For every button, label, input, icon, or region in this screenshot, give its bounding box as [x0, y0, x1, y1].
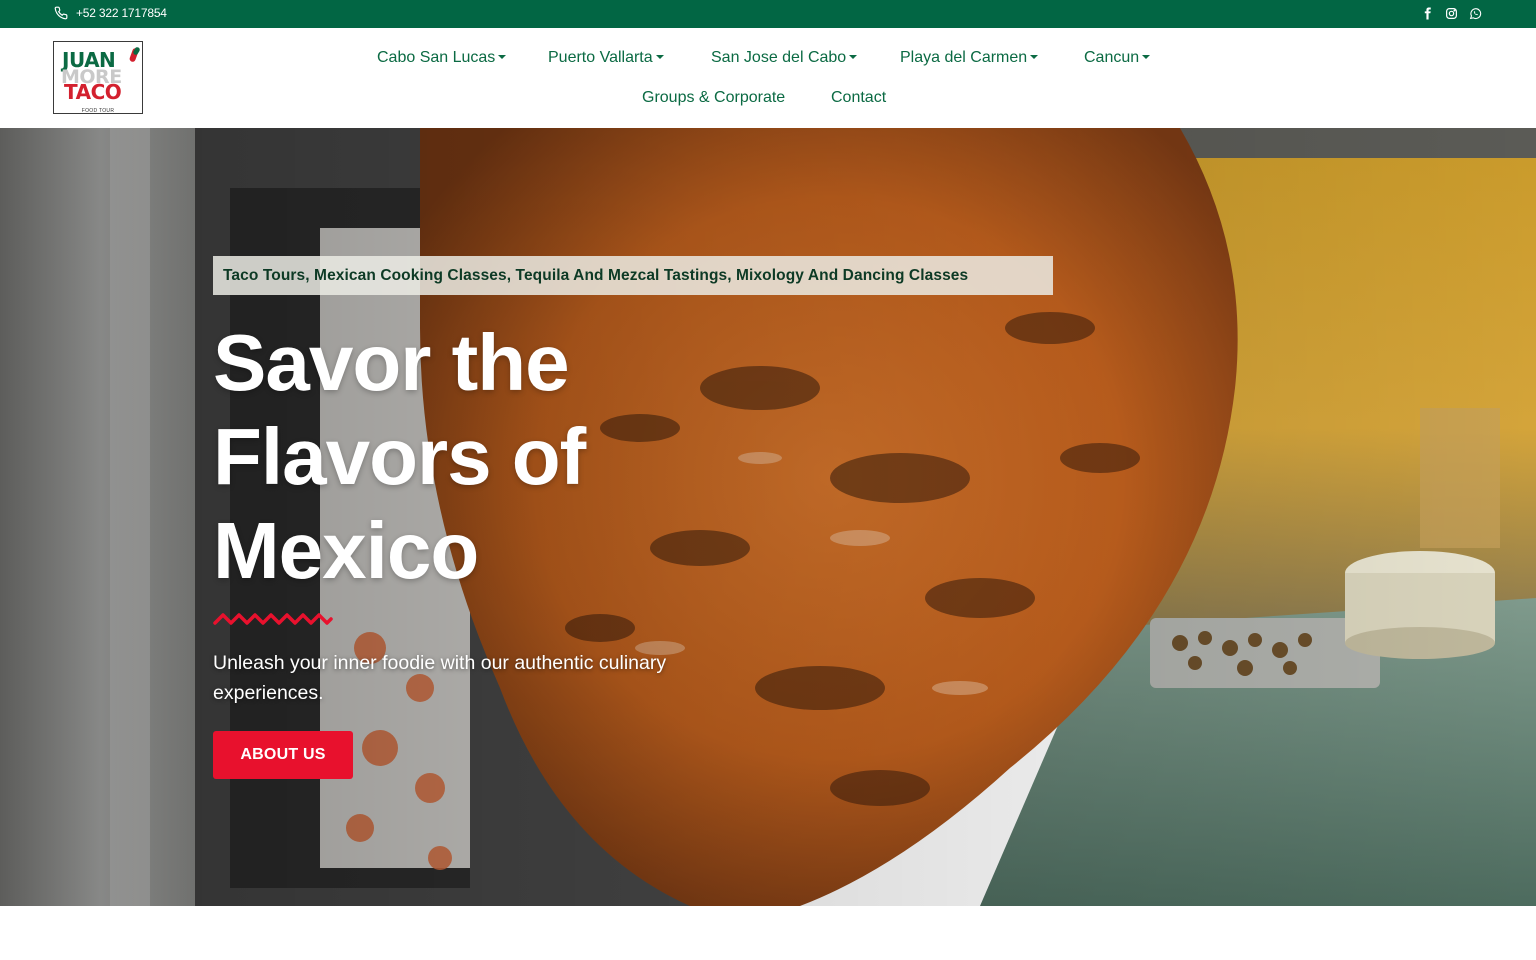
caret-down-icon	[1030, 55, 1039, 59]
nav-item-cabo-san-lucas[interactable]: Cabo San Lucas	[377, 48, 507, 68]
hero-title-line-1: Savor the	[213, 318, 570, 407]
phone-icon	[54, 6, 68, 20]
about-us-button[interactable]: ABOUT US	[213, 731, 353, 779]
hero-title-line-3: Mexico	[213, 506, 479, 595]
hero-title-line-2: Flavors of	[213, 412, 586, 501]
hero-title: Savor the Flavors of Mexico	[213, 316, 733, 598]
caret-down-icon	[655, 55, 664, 59]
nav-item-puerto-vallarta[interactable]: Puerto Vallarta	[548, 48, 664, 68]
hero-tagline: Taco Tours, Mexican Cooking Classes, Teq…	[213, 256, 1053, 295]
caret-down-icon	[849, 55, 858, 59]
nav-item-playa-del-carmen[interactable]: Playa del Carmen	[900, 48, 1039, 68]
instagram-icon[interactable]	[1444, 6, 1458, 20]
phone-number: +52 322 1717854	[76, 6, 167, 20]
nav-label: Puerto Vallarta	[548, 49, 653, 66]
caret-down-icon	[498, 55, 507, 59]
logo-text-taco: TACO	[64, 80, 122, 104]
hero-section: Taco Tours, Mexican Cooking Classes, Teq…	[0, 128, 1536, 906]
nav-item-san-jose-del-cabo[interactable]: San Jose del Cabo	[711, 48, 858, 68]
social-links	[1420, 6, 1482, 20]
nav-item-cancun[interactable]: Cancun	[1084, 48, 1151, 68]
site-header: JUAN MORE TACO FOOD TOUR Cabo San Lucas …	[0, 28, 1536, 128]
top-bar: +52 322 1717854	[0, 0, 1536, 28]
nav-label: Cabo San Lucas	[377, 49, 496, 66]
logo-text-food-tour: FOOD TOUR	[81, 108, 115, 114]
nav-item-groups-corporate[interactable]: Groups & Corporate	[642, 88, 785, 108]
facebook-icon[interactable]	[1420, 6, 1434, 20]
whatsapp-icon[interactable]	[1468, 6, 1482, 20]
nav-label: San Jose del Cabo	[711, 49, 847, 66]
zigzag-divider	[213, 613, 333, 625]
nav-label: Playa del Carmen	[900, 49, 1028, 66]
site-logo[interactable]: JUAN MORE TACO FOOD TOUR	[53, 41, 143, 114]
hero-subtitle: Unleash your inner foodie with our authe…	[213, 652, 667, 704]
caret-down-icon	[1142, 55, 1151, 59]
phone-contact[interactable]: +52 322 1717854	[54, 6, 167, 20]
nav-label: Contact	[831, 89, 887, 106]
nav-label: Cancun	[1084, 49, 1140, 66]
nav-item-contact[interactable]: Contact	[831, 88, 886, 108]
nav-label: Groups & Corporate	[642, 89, 786, 106]
